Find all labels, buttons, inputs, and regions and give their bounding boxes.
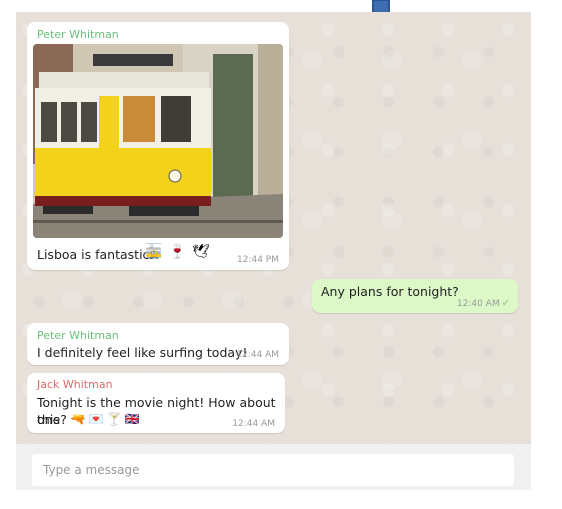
message-text-line2-row: one? 🔫 💌 🍸 🇬🇧 [37,411,140,428]
message-bubble-incoming-photo[interactable]: Peter Whitman Lisboa is fantastic! 🚋 🍷 🕊… [27,22,289,270]
message-input[interactable] [32,454,514,486]
message-text: Any plans for tonight? [321,284,459,299]
message-time: 12:44 PM [237,255,279,265]
message-bubble-outgoing[interactable]: Any plans for tonight? 12:40 AM ✓ [312,279,518,313]
tram-photo[interactable] [33,44,283,238]
message-time-row: 12:40 AM ✓ [457,298,510,309]
message-text-line2: one? [37,412,67,427]
emoji-group: 🔫 💌 🍸 🇬🇧 [71,411,140,428]
message-time: 12:44 AM [232,419,275,429]
emoji-group: 🚋 🍷 🕊 [145,244,210,260]
uk-flag-icon: 🇬🇧 [124,412,140,426]
delivered-check-icon: ✓ [501,298,510,309]
gun-icon: 🔫 [70,412,86,426]
sender-name: Peter Whitman [37,329,119,342]
message-bubble-incoming[interactable]: Jack Whitman Tonight is the movie night!… [27,373,285,433]
composer-bar [16,444,531,490]
tram-icon: 🚋 [145,244,163,260]
seagull-icon: 🕊 [191,244,210,260]
message-time: 12:44 AM [236,350,279,360]
message-text: I definitely feel like surfing today! [37,345,248,360]
wine-glass-icon: 🍷 [168,244,186,260]
message-text: Lisboa is fantastic! [37,247,155,262]
cocktail-icon: 🍸 [106,412,122,426]
sender-name: Peter Whitman [37,28,119,41]
message-time: 12:40 AM [456,299,500,309]
heart-card-icon: 💌 [88,412,104,426]
message-bubble-incoming[interactable]: Peter Whitman I definitely feel like sur… [27,323,289,365]
tram-image [33,44,283,238]
sender-name: Jack Whitman [37,378,113,391]
